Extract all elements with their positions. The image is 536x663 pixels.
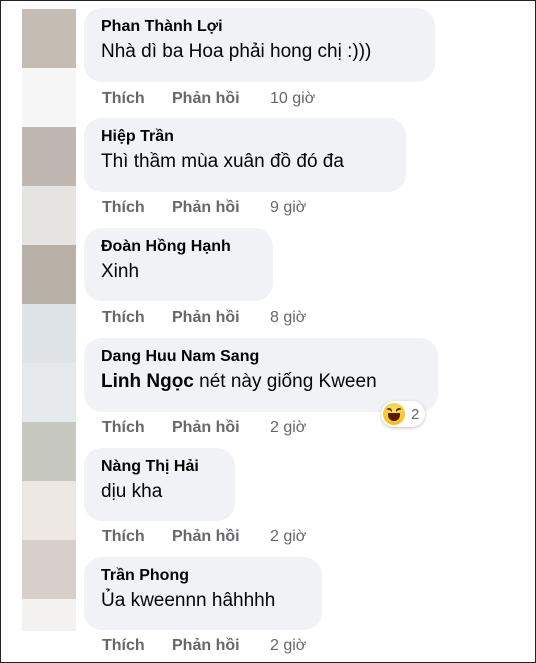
comment-bubble: Hiệp Trần Thì thầm mùa xuân đồ đó đa	[84, 118, 406, 192]
avatar[interactable]	[22, 481, 76, 540]
avatar[interactable]	[22, 304, 76, 363]
reply-button[interactable]: Phản hồi	[172, 637, 270, 655]
avatar[interactable]	[22, 9, 76, 68]
comment-text: Linh Ngọc nét này giống Kween	[101, 369, 421, 395]
comment-author[interactable]: Hiệp Trần	[101, 127, 389, 147]
comment-author[interactable]: Trần Phong	[101, 566, 305, 586]
reply-button[interactable]: Phản hồi	[172, 90, 270, 108]
comment-author[interactable]: Đoàn Hồng Hạnh	[101, 237, 256, 257]
reply-button[interactable]: Phản hồi	[172, 199, 270, 217]
reaction-count: 2	[411, 405, 420, 423]
comment-timestamp[interactable]: 9 giờ	[270, 199, 306, 217]
comment-timestamp[interactable]: 8 giờ	[270, 309, 306, 327]
comment-author[interactable]: Phan Thành Lợi	[101, 17, 418, 37]
comment-actions: Thích Phản hồi 8 giờ	[102, 309, 306, 327]
reply-button[interactable]: Phản hồi	[172, 419, 270, 437]
comment-text-body: nét này giống Kween	[193, 371, 377, 392]
like-button[interactable]: Thích	[102, 199, 172, 217]
avatar[interactable]	[22, 245, 76, 304]
like-button[interactable]: Thích	[102, 419, 172, 437]
avatar[interactable]	[22, 599, 76, 631]
avatar[interactable]	[22, 186, 76, 245]
comment-text: Nhà dì ba Hoa phải hong chị :)))	[101, 41, 372, 62]
like-button[interactable]: Thích	[102, 637, 172, 655]
avatar[interactable]	[22, 127, 76, 186]
comment-actions: Thích Phản hồi 2 giờ	[102, 419, 306, 437]
comment-actions: Thích Phản hồi 9 giờ	[102, 199, 306, 217]
comment-text: Thì thầm mùa xuân đồ đó đa	[101, 151, 344, 172]
reply-button[interactable]: Phản hồi	[172, 309, 270, 327]
comment-timestamp[interactable]: 2 giờ	[270, 419, 306, 437]
comment-text: Xinh	[101, 261, 140, 282]
comment-bubble: Dang Huu Nam Sang Linh Ngọc nét này giốn…	[84, 338, 438, 412]
like-button[interactable]: Thích	[102, 309, 172, 327]
comment-bubble: Nàng Thị Hải dịu kha	[84, 448, 235, 521]
avatar[interactable]	[22, 363, 76, 422]
like-button[interactable]: Thích	[102, 90, 172, 108]
comment-bubble: Đoàn Hồng Hạnh Xinh	[84, 228, 273, 301]
reply-button[interactable]: Phản hồi	[172, 528, 270, 546]
comment-timestamp[interactable]: 2 giờ	[270, 528, 306, 546]
comment-author[interactable]: Dang Huu Nam Sang	[101, 347, 421, 367]
comment-bubble: Trần Phong Ủa kweennn hâhhhh	[84, 557, 322, 630]
avatar[interactable]	[22, 68, 76, 127]
comment-timestamp[interactable]: 2 giờ	[270, 637, 306, 655]
haha-reaction-icon	[383, 403, 405, 425]
comment-bubble: Phan Thành Lợi Nhà dì ba Hoa phải hong c…	[84, 8, 435, 82]
avatar[interactable]	[22, 540, 76, 599]
comment-actions: Thích Phản hồi 10 giờ	[102, 90, 315, 108]
mention-link[interactable]: Linh Ngọc	[101, 371, 194, 392]
comment-thread: Phan Thành Lợi Nhà dì ba Hoa phải hong c…	[0, 0, 536, 663]
comment-text: Ủa kweennn hâhhhh	[101, 590, 276, 611]
comment-actions: Thích Phản hồi 2 giờ	[102, 637, 306, 655]
like-button[interactable]: Thích	[102, 528, 172, 546]
comment-timestamp[interactable]: 10 giờ	[270, 90, 315, 108]
comment-author[interactable]: Nàng Thị Hải	[101, 457, 218, 477]
reaction-summary[interactable]: 2	[381, 401, 426, 427]
comment-text: dịu kha	[101, 481, 163, 502]
comment-actions: Thích Phản hồi 2 giờ	[102, 528, 306, 546]
avatar[interactable]	[22, 422, 76, 481]
